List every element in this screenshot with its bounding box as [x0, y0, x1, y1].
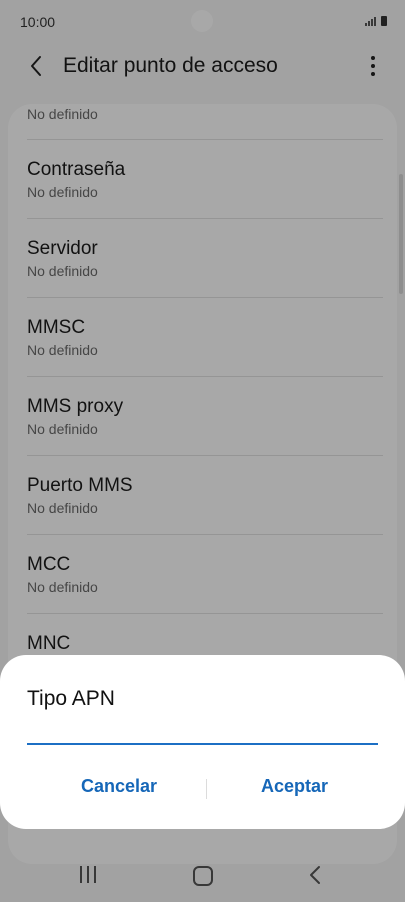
cancel-button[interactable]: Cancelar — [81, 776, 157, 797]
accept-button[interactable]: Aceptar — [261, 776, 328, 797]
input-underline — [27, 743, 378, 745]
dialog-title: Tipo APN — [27, 687, 115, 710]
apn-type-dialog: Tipo APN Cancelar Aceptar — [0, 655, 405, 829]
button-divider — [206, 779, 207, 799]
screen: 10:00 Editar punto de acceso No definido… — [0, 0, 405, 902]
